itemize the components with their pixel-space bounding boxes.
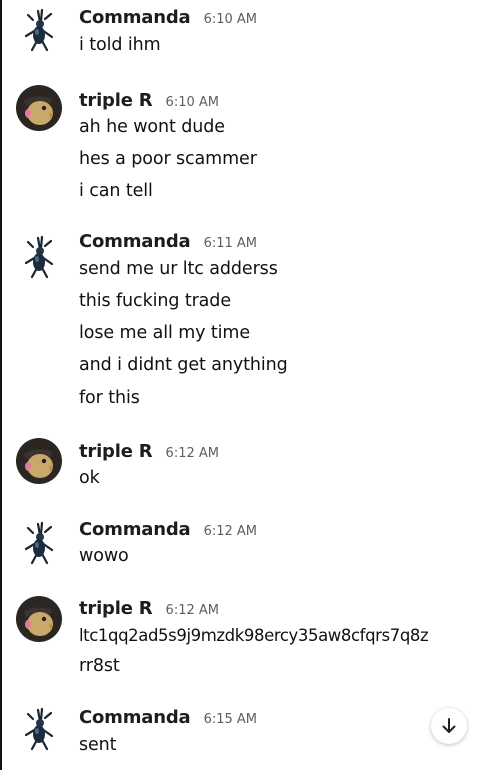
message-text: wowo (79, 546, 129, 566)
mantis-avatar-icon[interactable] (16, 6, 62, 52)
message-text: hes a poor scammer (79, 149, 257, 169)
message-text: sent (79, 735, 117, 755)
mantis-avatar-icon[interactable] (16, 705, 62, 751)
message-text: ltc1qq2ad5s9j9mzdk98ercy35aw8cfqrs7q8z (79, 626, 429, 645)
author-name[interactable]: Commanda (79, 231, 191, 252)
arrow-down-icon (442, 718, 456, 733)
message-text: lose me all my time (79, 323, 251, 343)
message-text: i told ihm (79, 35, 161, 55)
jump-to-latest-button[interactable] (431, 708, 467, 744)
message-timestamp: 6:15 AM (203, 712, 258, 727)
message-timestamp: 6:11 AM (203, 236, 258, 251)
message-timestamp: 6:12 AM (203, 524, 258, 539)
author-name[interactable]: triple R (79, 90, 153, 111)
author-name[interactable]: Commanda (79, 707, 191, 728)
message-text: this fucking trade (79, 291, 231, 311)
author-name[interactable]: triple R (79, 441, 153, 462)
chat-window: Commanda 6:10 AM i told ihm triple R 6:1… (0, 0, 482, 770)
message-timestamp: 6:12 AM (165, 603, 219, 618)
mantis-avatar-icon[interactable] (16, 519, 62, 565)
message-text: for this (79, 388, 140, 408)
bird-avatar-icon[interactable] (16, 438, 62, 484)
bird-avatar-icon[interactable] (16, 85, 62, 131)
message-text: i can tell (79, 181, 153, 201)
message-timestamp: 6:10 AM (203, 12, 258, 27)
bird-avatar-icon[interactable] (16, 596, 62, 642)
message-text: ok (79, 468, 100, 488)
author-name[interactable]: Commanda (79, 519, 191, 540)
author-name[interactable]: triple R (79, 598, 153, 619)
message-timestamp: 6:12 AM (165, 446, 219, 461)
message-text: rr8st (79, 656, 120, 676)
message-text: and i didnt get anything (79, 355, 288, 375)
message-text: ah he wont dude (79, 117, 225, 137)
author-name[interactable]: Commanda (79, 7, 191, 28)
message-text: send me ur ltc adderss (79, 259, 278, 279)
mantis-avatar-icon[interactable] (16, 233, 62, 279)
message-timestamp: 6:10 AM (165, 95, 219, 110)
